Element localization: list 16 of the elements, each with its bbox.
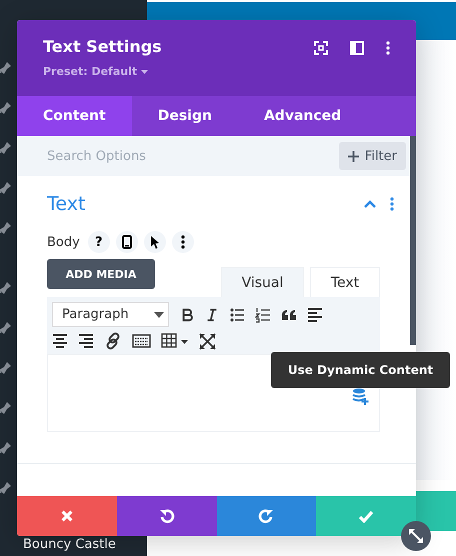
tooltip: Use Dynamic Content	[271, 352, 450, 388]
format-select[interactable]: Paragraph	[52, 302, 169, 327]
field-label: Body	[47, 234, 80, 250]
preset-dropdown[interactable]: Preset: Default	[43, 65, 148, 78]
settings-tab[interactable]: Content	[17, 96, 132, 136]
add-media-button[interactable]: ADD MEDIA	[47, 259, 155, 289]
search-field[interactable]: Search Options	[47, 148, 247, 164]
sidebar-item[interactable]: Bouncy Castle	[23, 537, 116, 552]
settings-tab[interactable]: Advanced	[238, 96, 368, 136]
help-button[interactable]: ?	[88, 231, 110, 253]
filter-button[interactable]: Filter	[338, 142, 406, 170]
editor-tab[interactable]: Visual	[221, 267, 304, 297]
section-title[interactable]: Text	[47, 193, 86, 215]
modal-title: Text Settings	[43, 37, 162, 56]
settings-tab[interactable]: Design	[132, 96, 238, 136]
editor-tab[interactable]: Text	[310, 267, 380, 297]
